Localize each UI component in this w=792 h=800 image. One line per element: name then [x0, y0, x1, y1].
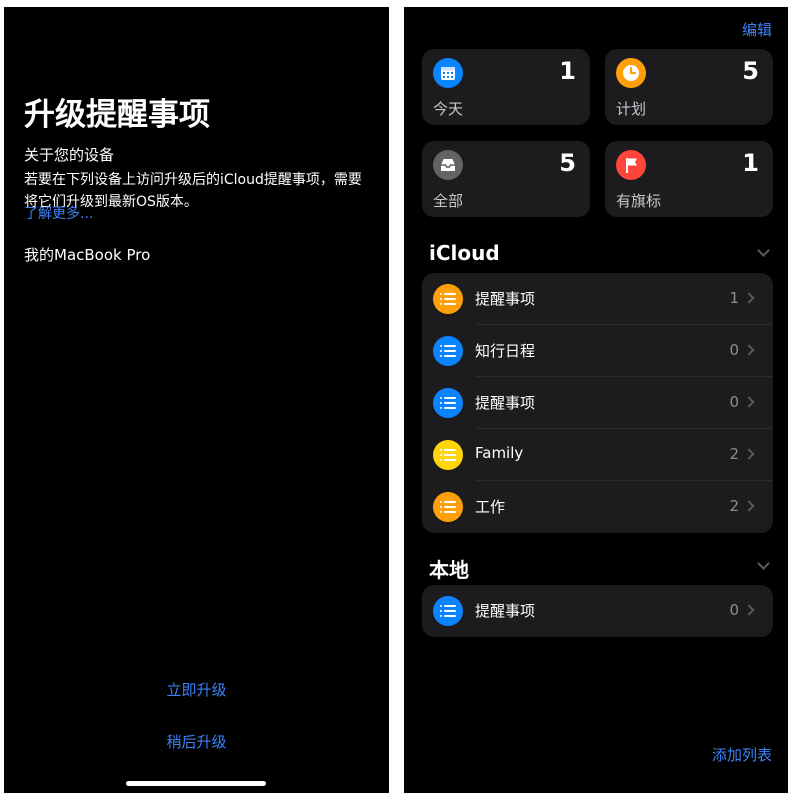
- icloud-section-header: iCloud: [429, 241, 500, 265]
- list-item-label: 提醒事项: [475, 394, 536, 412]
- chevron-right-icon: [743, 344, 755, 356]
- list-bullet-icon: [433, 596, 463, 626]
- list-item-label: 提醒事项: [475, 290, 536, 308]
- list-bullet-icon: [433, 440, 463, 470]
- list-item[interactable]: 提醒事项 0: [422, 377, 773, 429]
- flag-icon: [616, 150, 646, 180]
- reminders-screen: 编辑 1 今天 5 计划 5 全部 1 有旗标 iCloud 提醒事项 1 知行…: [404, 7, 788, 793]
- chevron-right-icon: [743, 604, 755, 616]
- smart-list-label: 全部: [433, 192, 464, 210]
- list-item[interactable]: 知行日程 0: [422, 325, 773, 377]
- list-item[interactable]: 工作 2: [422, 481, 773, 533]
- clock-icon: [616, 58, 646, 88]
- list-bullet-icon: [433, 284, 463, 314]
- upgrade-later-button[interactable]: 稍后升级: [4, 731, 389, 752]
- list-item[interactable]: Family 2: [422, 429, 773, 481]
- chevron-right-icon: [743, 292, 755, 304]
- list-item-label: 工作: [475, 498, 506, 516]
- edit-button[interactable]: 编辑: [742, 19, 772, 40]
- list-bullet-icon: [433, 492, 463, 522]
- chevron-down-icon[interactable]: [757, 244, 770, 257]
- section-subtitle: 关于您的设备: [24, 146, 115, 164]
- list-bullet-icon: [433, 336, 463, 366]
- local-list-group: 提醒事项 0: [422, 585, 773, 637]
- smart-list-label: 今天: [433, 100, 464, 118]
- list-item-count: 0: [729, 601, 739, 619]
- chevron-right-icon: [743, 500, 755, 512]
- list-item-count: 0: [729, 393, 739, 411]
- smart-list-all[interactable]: 5 全部: [422, 141, 590, 217]
- list-item[interactable]: 提醒事项 0: [422, 585, 773, 637]
- icloud-list-group: 提醒事项 1 知行日程 0 提醒事项 0 Family 2 工作 2: [422, 273, 773, 533]
- list-bullet-icon: [433, 388, 463, 418]
- chevron-right-icon: [743, 396, 755, 408]
- list-item-count: 0: [729, 341, 739, 359]
- list-item-label: 提醒事项: [475, 602, 536, 620]
- calendar-icon: [433, 58, 463, 88]
- chevron-down-icon[interactable]: [757, 557, 770, 570]
- smart-list-count: 5: [559, 149, 576, 177]
- list-item-count: 2: [729, 497, 739, 515]
- list-item-count: 2: [729, 445, 739, 463]
- list-item[interactable]: 提醒事项 1: [422, 273, 773, 325]
- smart-list-today[interactable]: 1 今天: [422, 49, 590, 125]
- home-indicator[interactable]: [126, 781, 266, 786]
- add-list-button[interactable]: 添加列表: [712, 744, 772, 765]
- list-item-label: Family: [475, 444, 524, 462]
- list-item-label: 知行日程: [475, 342, 536, 360]
- device-name: 我的MacBook Pro: [24, 246, 151, 264]
- smart-list-count: 5: [742, 57, 759, 85]
- upgrade-screen: 升级提醒事项 关于您的设备 若要在下列设备上访问升级后的iCloud提醒事项，需…: [4, 7, 389, 793]
- page-title: 升级提醒事项: [24, 97, 210, 133]
- smart-list-flagged[interactable]: 1 有旗标: [605, 141, 773, 217]
- smart-list-count: 1: [559, 57, 576, 85]
- learn-more-link[interactable]: 了解更多...: [24, 203, 93, 223]
- chevron-right-icon: [743, 448, 755, 460]
- smart-list-label: 计划: [616, 100, 647, 118]
- local-section-header: 本地: [429, 558, 469, 582]
- smart-list-scheduled[interactable]: 5 计划: [605, 49, 773, 125]
- list-item-count: 1: [729, 289, 739, 307]
- smart-list-count: 1: [742, 149, 759, 177]
- tray-icon: [433, 150, 463, 180]
- smart-list-label: 有旗标: [616, 192, 662, 210]
- upgrade-now-button[interactable]: 立即升级: [4, 679, 389, 700]
